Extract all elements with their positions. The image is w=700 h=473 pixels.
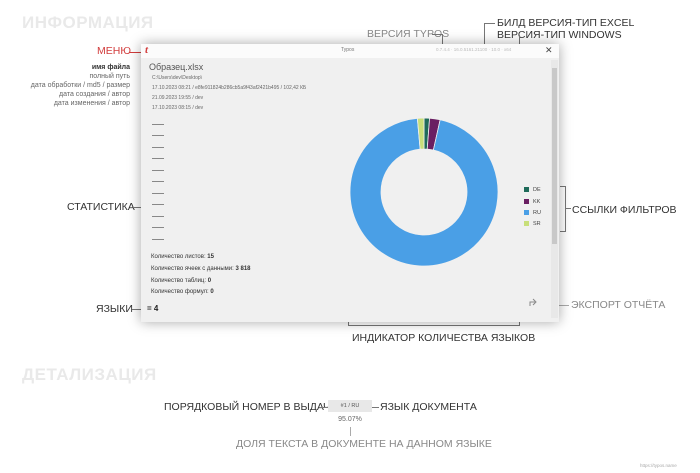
stat-sheets: Количество листов: 15 [151,254,214,260]
stat-placeholder-row [152,135,164,136]
stat-cells-label: Количество ячеек с данными: [151,266,234,272]
stat-formulas-value: 0 [210,289,214,295]
stat-sheets-value: 15 [207,254,214,260]
section-title-detail: ДЕТАЛИЗАЦИЯ [22,365,157,384]
connector-filter-links [566,208,571,209]
callout-menu: МЕНЮ [97,45,131,57]
legend-swatch-kk [524,199,529,204]
stat-placeholder-row [152,216,164,217]
callout-doc-language: ЯЗЫК ДОКУМЕНТА [380,401,477,413]
legend-label-kk: KK [533,199,541,205]
callout-export-report: ЭКСПОРТ ОТЧЁТА [571,299,666,311]
legend-label-de: DE [533,187,541,193]
stat-formulas: Количество формул: 0 [151,289,214,295]
share-icon-glyph [529,298,537,306]
title-bar: t Typos 0.7.4.4 · 16.0.5161.21100 · 10.0… [141,44,559,58]
section-title-info: ИНФОРМАЦИЯ [22,13,154,32]
stat-tables-label: Количество таблиц: [151,278,207,284]
connector-excel-build [484,23,495,24]
stat-placeholder-row [152,124,164,125]
menu-logo-icon[interactable]: t [145,44,148,56]
stat-placeholder-row [152,239,164,240]
connector-typos-version [432,34,442,35]
connector-menu [129,52,141,53]
callout-excel-build: БИЛД ВЕРСИЯ-ТИП EXCEL [497,17,635,29]
callout-text-share: ДОЛЯ ТЕКСТА В ДОКУМЕНТЕ НА ДАННОМ ЯЗЫКЕ [236,438,492,450]
connector-statistics [134,207,141,208]
legend-item-de[interactable]: DE [524,187,541,193]
stat-placeholder-row [152,181,164,182]
connector-doc-language [372,407,379,408]
meta-labels: имя файла полный путь дата обработки / m… [0,64,130,107]
callout-languages: ЯЗЫКИ [96,303,133,315]
language-donut-chart [349,117,499,267]
connector-excel-build-v [484,23,485,46]
legend-label-ru: RU [533,210,541,216]
stat-formulas-label: Количество формул: [151,289,209,295]
stat-cells: Количество ячеек с данными: 3 818 [151,266,251,272]
legend-item-kk[interactable]: KK [524,199,540,205]
file-path: C:\Users\dev\Desktop\ [152,75,203,81]
close-button[interactable]: ✕ [545,45,553,56]
file-modified: 17.10.2023 08:15 / dev [152,105,204,111]
app-window: t Typos 0.7.4.4 · 16.0.5161.21100 · 10.0… [141,44,559,322]
filter-links-bracket [560,186,566,232]
share-icon[interactable] [529,298,539,309]
watermark: https://typos.name [640,463,677,468]
stat-placeholder-row [152,193,164,194]
stat-placeholder-row [152,147,164,148]
stat-placeholder-row [152,158,164,159]
stat-tables: Количество таблиц: 0 [151,278,211,284]
scrollbar[interactable] [551,60,558,318]
file-processed: 17.10.2023 08:21 / e8fe911824b286cb5a9f4… [152,85,307,91]
stat-placeholder-row [152,170,164,171]
callout-statistics: СТАТИСТИКА [67,201,135,213]
version-info: 0.7.4.4 · 16.0.5161.21100 · 10.0 · x64 [436,47,512,52]
stat-tables-value: 0 [207,278,212,284]
legend-swatch-sr [524,221,529,226]
meta-label-processed: дата обработки / md5 / размер [30,82,130,89]
scrollbar-thumb[interactable] [552,68,557,244]
callout-language-count-indicator: ИНДИКАТОР КОЛИЧЕСТВА ЯЗЫКОВ [352,332,536,344]
language-percent: 95.07% [338,416,362,423]
legend-swatch-de [524,187,529,192]
connector-output-number [320,407,328,408]
meta-label-path: полный путь [89,73,130,80]
stat-placeholder-row [152,204,164,205]
file-name: Образец.xlsx [149,62,204,72]
legend-item-sr[interactable]: SR [524,221,541,227]
meta-label-created: дата создания / автор [59,91,130,98]
file-created: 21.09.2023 19:55 / dev [152,95,204,101]
legend-item-ru[interactable]: RU [524,210,541,216]
callout-filter-links: ССЫЛКИ ФИЛЬТРОВ [572,204,677,216]
stat-cells-value: 3 818 [235,266,251,272]
meta-label-filename: имя файла [91,64,130,71]
callout-output-number: ПОРЯДКОВЫЙ НОМЕР В ВЫДАЧЕ [164,401,338,413]
stat-placeholder-row [152,227,164,228]
connector-text-share [350,427,351,436]
legend-label-sr: SR [533,221,541,227]
callout-windows-version: ВЕРСИЯ-ТИП WINDOWS [497,29,622,41]
window-title: Typos [341,47,355,53]
language-count: = 4 [147,304,159,313]
stat-sheets-label: Количество листов: [151,254,206,260]
language-badge: #1 / RU [328,400,372,412]
meta-label-modified: дата изменения / автор [53,100,130,107]
legend-swatch-ru [524,210,529,215]
